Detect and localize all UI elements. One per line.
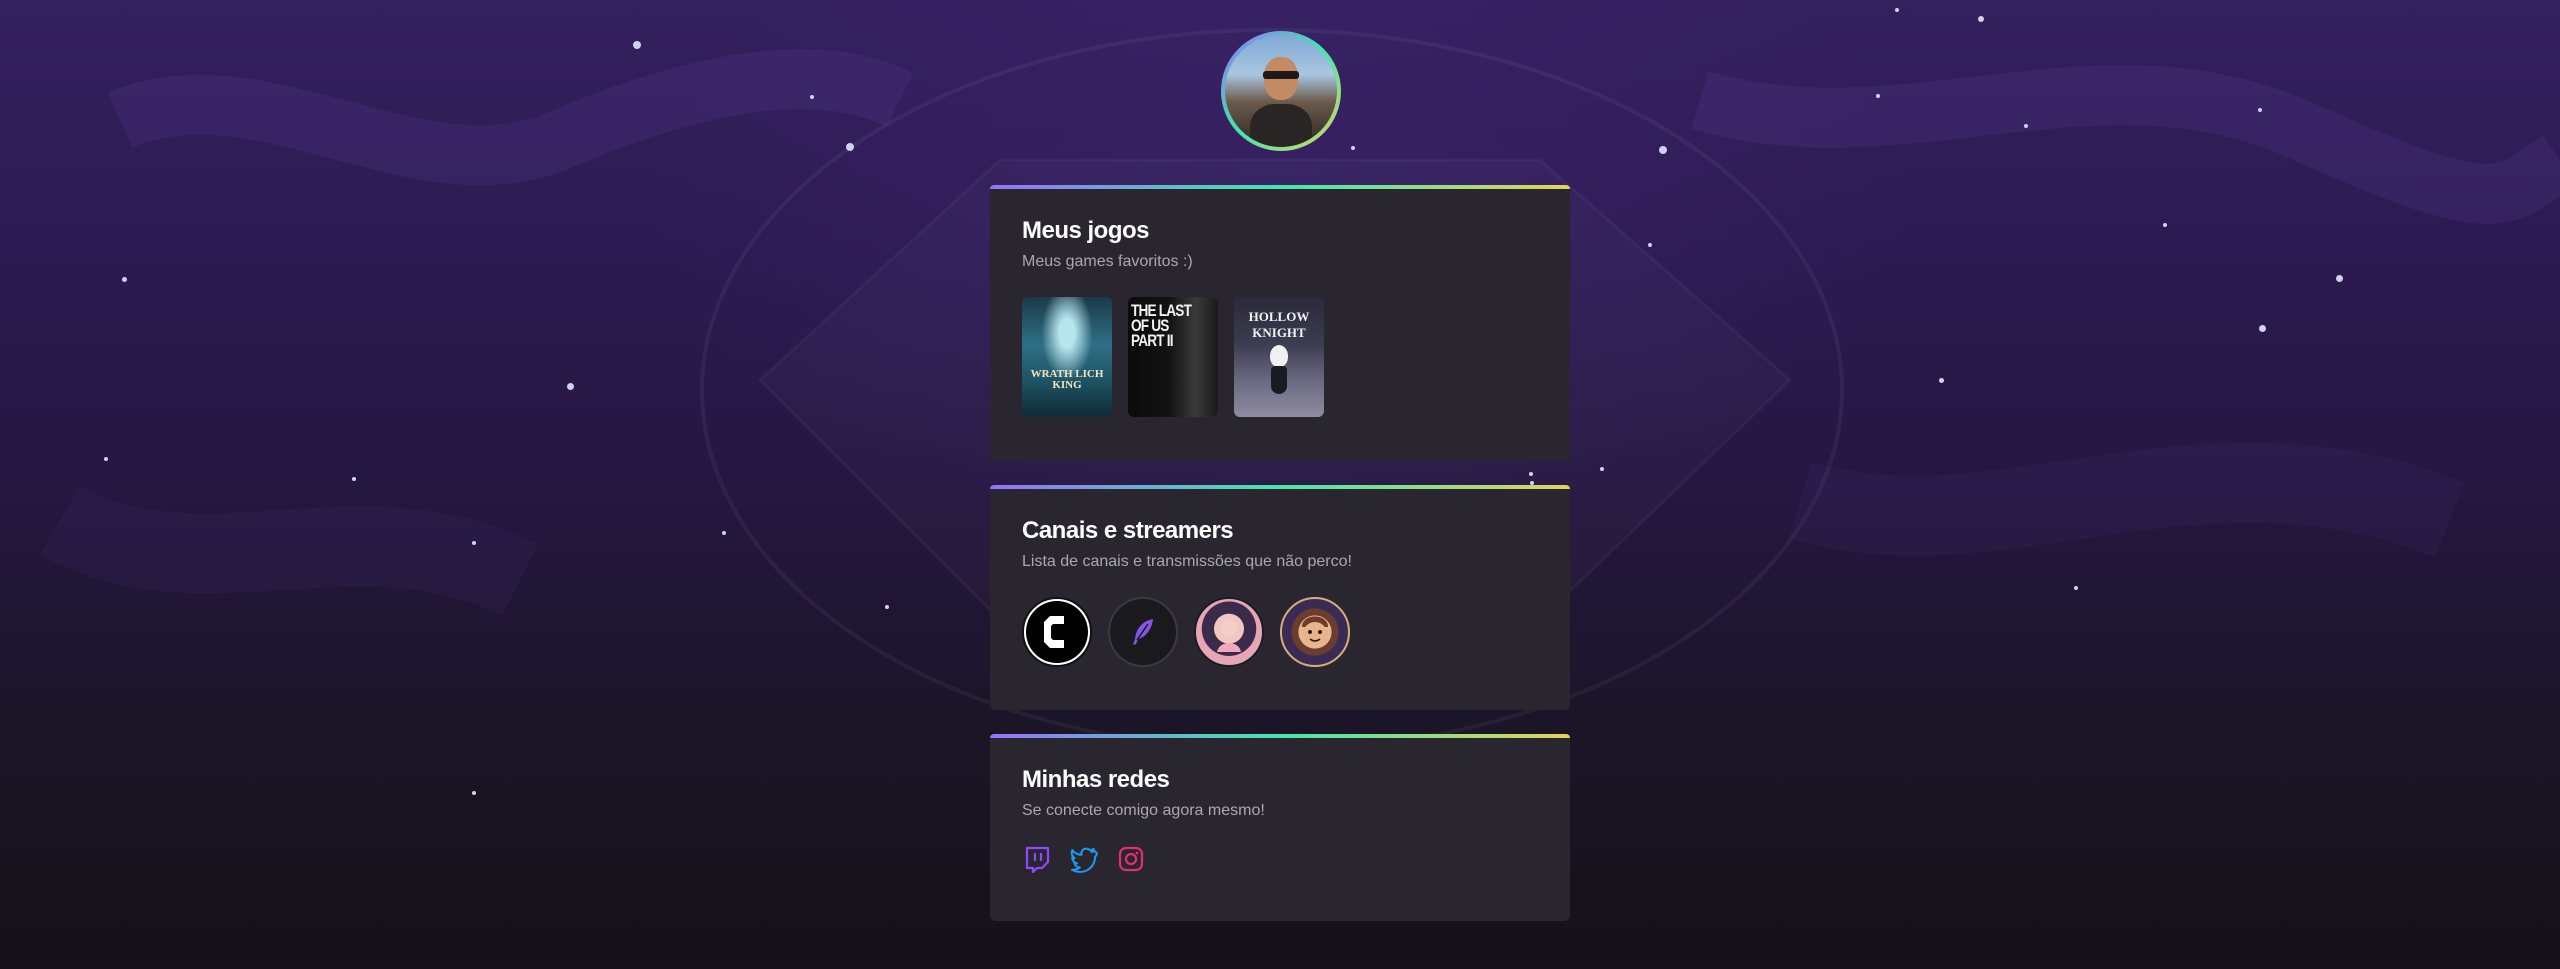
social-links [1022, 844, 1538, 874]
cartoon-avatar-icon [1302, 616, 1328, 646]
twitter-icon [1070, 847, 1098, 873]
channels-card: Canais e streamers Lista de canais e tra… [990, 485, 1570, 710]
game-cover-hollow-knight[interactable]: HOLLOW KNIGHT [1234, 297, 1324, 417]
profile-photo [1225, 35, 1337, 147]
twitch-icon [1025, 846, 1050, 873]
profile-avatar [1221, 31, 1341, 151]
channels-subtitle: Lista de canais e transmissões que não p… [1022, 553, 1352, 570]
instagram-link[interactable] [1116, 844, 1146, 874]
channel-rocketseat[interactable] [1022, 597, 1092, 667]
channels-title: Canais e streamers [1022, 517, 1234, 544]
game-cover-wow[interactable]: WRATH LICH KING [1022, 297, 1112, 417]
page: Meus jogos Meus games favoritos :) WRATH… [0, 0, 2560, 969]
channel-cartoon-avatar[interactable] [1280, 597, 1350, 667]
games-list: WRATH LICH KING THE LAST OF US PART II H… [1022, 297, 1538, 417]
instagram-icon [1118, 846, 1144, 872]
channel-streamer-avatar[interactable] [1194, 597, 1264, 667]
streamer-avatar-icon [1217, 620, 1241, 652]
game-cover-text: HOLLOW KNIGHT [1248, 309, 1310, 340]
social-title: Minhas redes [1022, 766, 1170, 793]
game-cover-tlou[interactable]: THE LAST OF US PART II [1128, 297, 1218, 417]
social-subtitle: Se conecte comigo agora mesmo! [1022, 802, 1265, 819]
twitter-link[interactable] [1069, 844, 1099, 874]
channel-feather[interactable] [1108, 597, 1178, 667]
games-card: Meus jogos Meus games favoritos :) WRATH… [990, 185, 1570, 461]
feather-logo-icon [1133, 619, 1153, 645]
game-cover-text: WRATH LICH KING [1030, 368, 1104, 391]
channels-list [1022, 597, 1538, 667]
games-subtitle: Meus games favoritos :) [1022, 253, 1193, 270]
game-cover-text: THE LAST OF US PART II [1131, 301, 1192, 350]
social-card: Minhas redes Se conecte comigo agora mes… [990, 734, 1570, 921]
games-title: Meus jogos [1022, 217, 1150, 244]
twitch-link[interactable] [1022, 844, 1052, 874]
rocketseat-logo-icon [1044, 616, 1066, 648]
